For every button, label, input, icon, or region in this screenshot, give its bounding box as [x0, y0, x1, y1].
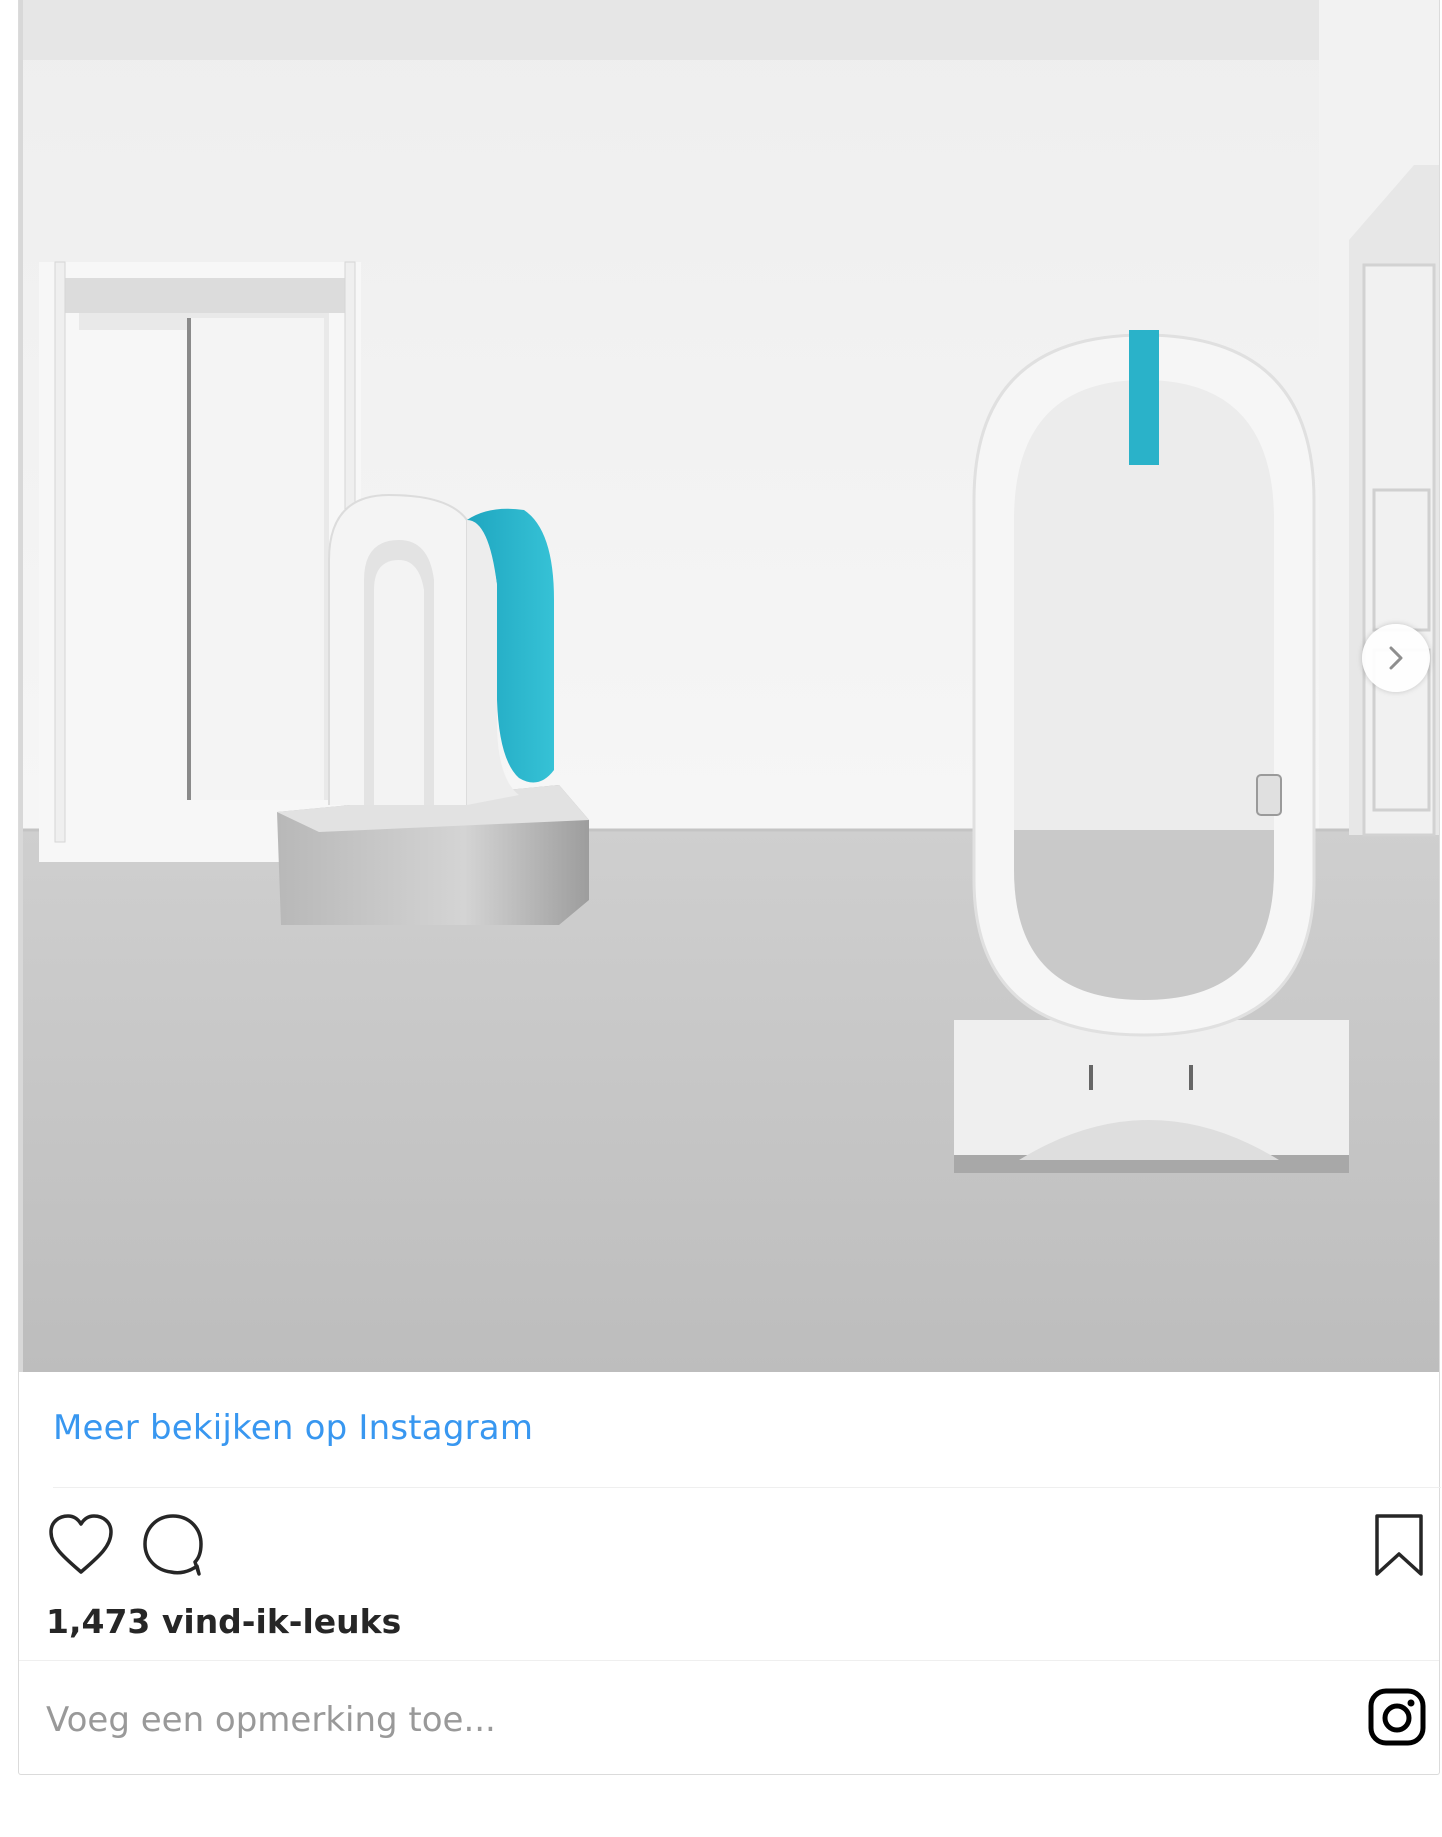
like-button[interactable]: [45, 1510, 117, 1580]
bookmark-icon: [1375, 1514, 1423, 1576]
instagram-logo-link[interactable]: [1365, 1685, 1429, 1749]
comment-icon: [143, 1514, 203, 1576]
instagram-embed-card: Meer bekijken op Instagram 1,473 vind-ik…: [18, 0, 1441, 1775]
add-comment-input[interactable]: [46, 1692, 1326, 1748]
view-more-on-instagram-link[interactable]: Meer bekijken op Instagram: [53, 1408, 533, 1448]
divider: [19, 1660, 1439, 1661]
likes-count[interactable]: 1,473 vind-ik-leuks: [46, 1602, 401, 1641]
divider: [53, 1487, 1441, 1488]
instagram-icon: [1368, 1688, 1426, 1746]
post-image[interactable]: [19, 0, 1439, 1372]
heart-icon: [49, 1514, 113, 1574]
next-image-button[interactable]: [1362, 624, 1430, 692]
comment-button[interactable]: [137, 1510, 209, 1580]
chevron-right-icon: [1389, 646, 1403, 670]
gallery-photo: [19, 0, 1439, 1372]
save-button[interactable]: [1369, 1510, 1429, 1580]
